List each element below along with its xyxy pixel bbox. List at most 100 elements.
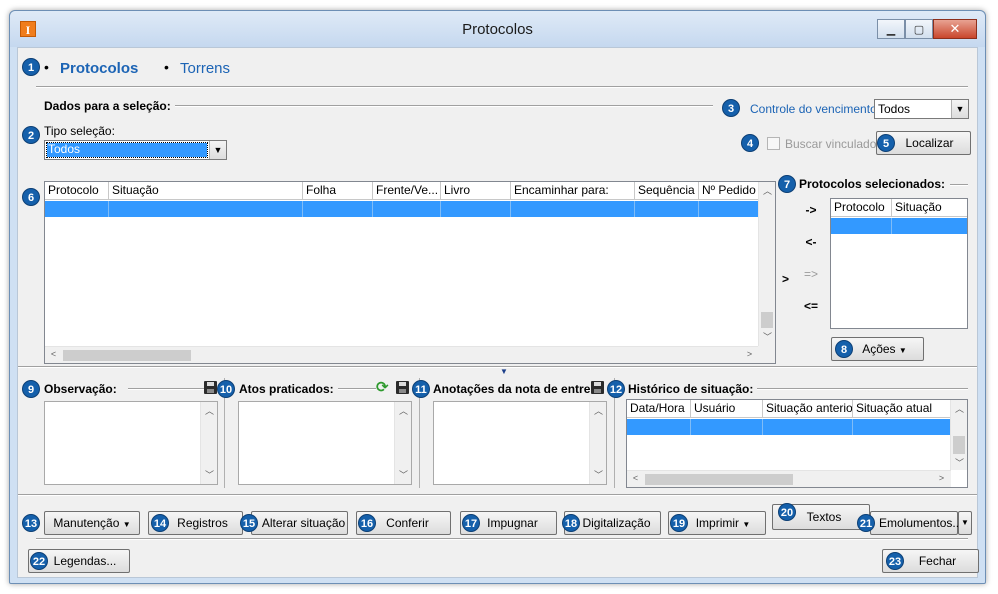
scroll-down-icon[interactable]: ﹀: [590, 468, 607, 481]
tab-protocolos[interactable]: Protocolos: [60, 60, 138, 77]
atos-divider: [334, 388, 376, 390]
protocolos-window: I Protocolos ▁ ▢ ✕ 1 • Protocolos • Torr…: [9, 10, 986, 584]
historico-horizontal-scrollbar[interactable]: < >: [627, 470, 951, 487]
scroll-thumb[interactable]: [761, 312, 773, 328]
column-header[interactable]: Protocolo: [45, 182, 109, 200]
save-icon[interactable]: [204, 381, 217, 394]
scroll-up-icon[interactable]: ︿: [759, 184, 775, 197]
tab-torrens[interactable]: Torrens: [180, 60, 230, 77]
selected-protocols-grid[interactable]: Protocolo Situação: [830, 198, 968, 329]
refresh-icon[interactable]: ⟳: [376, 378, 389, 396]
scroll-right-icon[interactable]: >: [933, 473, 950, 483]
manutencao-button[interactable]: Manutenção ▼: [44, 511, 140, 535]
textos-label: Textos: [806, 510, 842, 524]
save-icon[interactable]: [591, 381, 604, 394]
scroll-right-icon[interactable]: >: [741, 349, 758, 359]
save-icon[interactable]: [396, 381, 409, 394]
scroll-up-icon[interactable]: ︿: [395, 404, 412, 417]
observacao-scrollbar[interactable]: ︿ ﹀: [200, 402, 217, 484]
maximize-button[interactable]: ▢: [905, 19, 933, 39]
column-header[interactable]: Sequência: [635, 182, 699, 200]
table-row[interactable]: [45, 201, 759, 217]
badge-20: 20: [778, 503, 796, 521]
badge-5: 5: [877, 134, 895, 152]
anotacoes-scrollbar[interactable]: ︿ ﹀: [589, 402, 606, 484]
splitter-arrow-icon[interactable]: ▼: [500, 367, 508, 376]
chevron-down-icon[interactable]: ▼: [951, 100, 968, 118]
column-header[interactable]: Frente/Ve...: [373, 182, 441, 200]
badge-12: 12: [607, 380, 625, 398]
badge-9: 9: [22, 380, 40, 398]
digitalizacao-label: Digitalização: [582, 516, 651, 530]
tabs-divider: [36, 86, 968, 88]
atos-praticados-textarea[interactable]: ︿ ﹀: [238, 401, 412, 485]
tipo-selecao-select[interactable]: Todos ▼: [44, 140, 227, 160]
observacao-textarea[interactable]: ︿ ﹀: [44, 401, 218, 485]
add-button[interactable]: ->: [800, 203, 822, 217]
scroll-down-icon[interactable]: ﹀: [201, 468, 218, 481]
badge-18: 18: [562, 514, 580, 532]
anotacoes-textarea[interactable]: ︿ ﹀: [433, 401, 607, 485]
table-row[interactable]: [627, 419, 951, 435]
close-icon: ✕: [949, 21, 961, 36]
toolbar-divider: [18, 494, 977, 496]
maximize-icon: ▢: [913, 23, 925, 36]
column-header[interactable]: Livro: [441, 182, 511, 200]
historico-vertical-scrollbar[interactable]: ︿ ﹀: [950, 400, 967, 470]
bullet-icon: •: [44, 59, 49, 75]
column-header[interactable]: Nº Pedido: [699, 182, 759, 200]
scroll-down-icon[interactable]: ﹀: [395, 468, 412, 481]
scroll-thumb[interactable]: [645, 474, 793, 485]
historico-label: Histórico de situação:: [628, 382, 758, 396]
scroll-up-icon[interactable]: ︿: [201, 404, 218, 417]
alterar-situacao-button[interactable]: Alterar situação: [251, 511, 348, 535]
column-header[interactable]: Usuário: [691, 400, 763, 418]
column-header[interactable]: Situação atual: [853, 400, 951, 418]
acoes-label: Ações: [862, 342, 896, 356]
emolumentos-button[interactable]: Emolumentos...: [870, 511, 962, 535]
protocolos-grid[interactable]: Protocolo Situação Folha Frente/Ve... Li…: [44, 181, 776, 364]
controle-vencimento-value: Todos: [878, 102, 911, 116]
column-header[interactable]: Situação: [109, 182, 303, 200]
column-header[interactable]: Situação anterior: [763, 400, 853, 418]
scroll-down-icon[interactable]: ﹀: [759, 330, 775, 343]
remove-button[interactable]: <-: [800, 235, 822, 249]
badge-6: 6: [22, 188, 40, 206]
badge-17: 17: [462, 514, 480, 532]
scroll-thumb[interactable]: [63, 350, 191, 361]
badge-16: 16: [358, 514, 376, 532]
atos-scrollbar[interactable]: ︿ ﹀: [394, 402, 411, 484]
historico-grid[interactable]: Data/Hora Usuário Situação anterior Situ…: [626, 399, 968, 488]
scroll-up-icon[interactable]: ︿: [951, 402, 967, 415]
scroll-left-icon[interactable]: <: [627, 473, 644, 483]
badge-22: 22: [30, 552, 48, 570]
scroll-down-icon[interactable]: ﹀: [951, 456, 967, 469]
scroll-left-icon[interactable]: <: [45, 349, 62, 359]
controle-vencimento-select[interactable]: Todos ▼: [874, 99, 969, 119]
column-header[interactable]: Protocolo: [831, 199, 892, 217]
minimize-button[interactable]: ▁: [877, 19, 905, 39]
grid-horizontal-scrollbar[interactable]: < >: [45, 346, 759, 363]
badge-11: 11: [412, 380, 430, 398]
buscar-vinculados-checkbox[interactable]: [767, 137, 780, 150]
scroll-thumb[interactable]: [953, 436, 965, 454]
table-row[interactable]: [831, 218, 967, 234]
column-header[interactable]: Folha: [303, 182, 373, 200]
badge-21: 21: [857, 514, 875, 532]
scroll-up-icon[interactable]: ︿: [590, 404, 607, 417]
column-header[interactable]: Situação: [892, 199, 967, 217]
chevron-down-icon[interactable]: ▼: [209, 141, 226, 159]
remove-all-button[interactable]: <=: [800, 299, 822, 313]
column-header[interactable]: Encaminhar para:: [511, 182, 635, 200]
column-header[interactable]: Data/Hora: [627, 400, 691, 418]
emolumentos-label: Emolumentos...: [879, 516, 963, 530]
grid-vertical-scrollbar[interactable]: ︿ ﹀: [758, 182, 775, 346]
emolumentos-dropdown-button[interactable]: ▼: [958, 511, 972, 535]
badge-8: 8: [835, 340, 853, 358]
badge-2: 2: [22, 126, 40, 144]
scroll-corner: [758, 346, 775, 363]
legendas-label: Legendas...: [53, 554, 117, 568]
close-button[interactable]: ✕: [933, 19, 977, 39]
add-all-button[interactable]: =>: [800, 267, 822, 281]
historico-divider: [752, 388, 968, 390]
